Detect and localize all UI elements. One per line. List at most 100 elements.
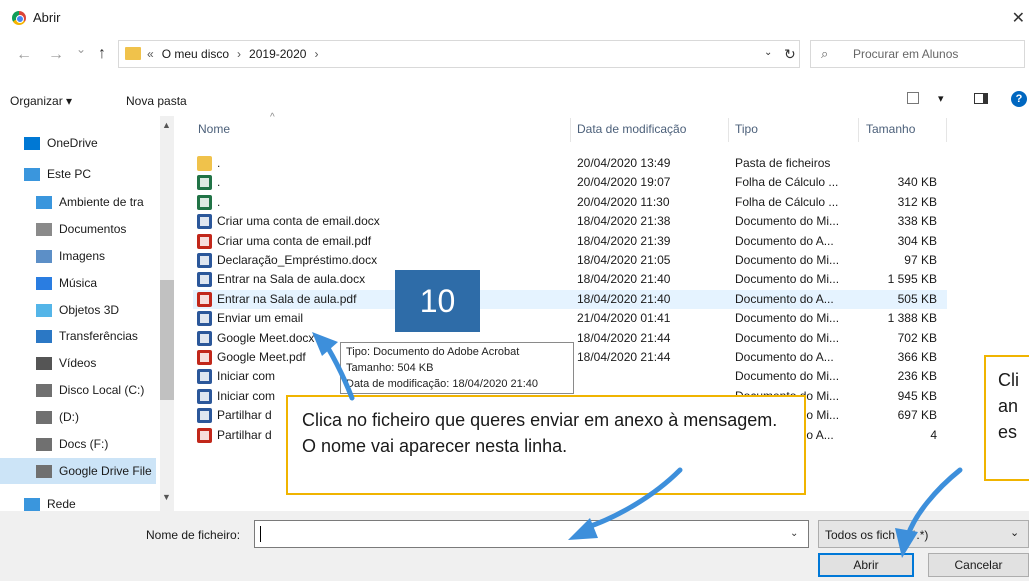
file-date: 18/04/2020 21:44 <box>577 330 671 345</box>
column-divider[interactable] <box>570 118 571 142</box>
up-arrow-icon[interactable]: ↑ <box>98 45 106 63</box>
file-type: Documento do Mi... <box>735 214 840 229</box>
file-row[interactable]: Enviar um email 21/04/2020 01:41 Documento… <box>193 309 947 328</box>
breadcrumb-item-my-drive[interactable]: O meu disco <box>162 47 229 61</box>
refresh-icon[interactable]: ↻ <box>784 46 796 63</box>
sidebar-item[interactable]: Música <box>0 270 156 296</box>
new-folder-button[interactable]: Nova pasta <box>126 94 187 108</box>
sidebar-item-label: Rede <box>47 497 76 511</box>
open-button[interactable]: Abrir <box>818 553 914 577</box>
sidebar-item[interactable]: Objetos 3D <box>0 297 156 323</box>
sidebar-item[interactable]: Vídeos <box>0 350 156 376</box>
column-header-name[interactable]: Nome <box>198 122 230 136</box>
file-size: 340 KB <box>897 175 937 190</box>
file-name: Criar uma conta de email.docx <box>217 214 380 229</box>
forward-arrow-icon[interactable]: → <box>48 46 64 64</box>
scroll-up-icon[interactable]: ▲ <box>162 120 171 130</box>
file-name: . <box>217 156 221 170</box>
close-icon[interactable]: ✕ <box>1012 8 1025 28</box>
word-file-icon <box>197 408 212 424</box>
pdf-file-icon <box>197 350 212 365</box>
help-icon[interactable]: ? <box>1011 91 1027 107</box>
file-size: 945 KB <box>897 388 937 403</box>
sidebar-item[interactable]: Google Drive File <box>0 458 156 484</box>
view-dropdown-icon[interactable]: ▾ <box>938 92 944 105</box>
sidebar-item[interactable]: Rede <box>0 491 156 511</box>
address-dropdown-icon[interactable]: ⌄ <box>764 47 772 58</box>
file-type: Pasta de ficheiros <box>735 156 831 170</box>
folder-icon <box>125 47 141 60</box>
column-divider[interactable] <box>946 118 947 142</box>
sidebar-item[interactable]: Transferências <box>0 323 156 349</box>
back-arrow-icon[interactable]: ← <box>16 46 32 64</box>
file-row[interactable]: Entrar na Sala de aula.docx 18/04/2020 21… <box>193 270 947 289</box>
pdf-file-icon <box>197 291 212 307</box>
sidebar-item-label: Transferências <box>59 329 138 343</box>
drive-icon <box>36 383 52 397</box>
file-row[interactable]: Criar uma conta de email.pdf 18/04/2020 2… <box>193 232 947 251</box>
file-row[interactable]: . 20/04/2020 13:49 Pasta de ficheiros <box>193 154 947 173</box>
sidebar-item-label: (D:) <box>59 410 79 424</box>
file-row[interactable]: . 20/04/2020 19:07 Folha de Cálculo ... 340… <box>193 173 947 192</box>
column-header-type[interactable]: Tipo <box>735 122 758 136</box>
column-header-size[interactable]: Tamanho <box>866 122 915 136</box>
sidebar-item-label: Imagens <box>59 249 106 263</box>
filename-dropdown-icon[interactable]: ⌄ <box>790 528 798 539</box>
sidebar-item-label: Vídeos <box>59 356 97 370</box>
sidebar-item-label: Documentos <box>59 222 127 236</box>
column-divider[interactable] <box>858 118 859 142</box>
recent-dropdown-icon[interactable]: ⌄ <box>76 42 86 56</box>
sidebar-item-label: Este PC <box>47 167 92 181</box>
sidebar-item[interactable]: Este PC <box>0 161 156 187</box>
file-name: Declaração_Empréstimo.docx <box>217 253 378 267</box>
organize-button[interactable]: Organizar ▾ <box>10 94 72 108</box>
column-header-date[interactable]: Data de modificação <box>577 122 686 136</box>
downloads-icon <box>36 329 52 343</box>
breadcrumb-separator[interactable]: › <box>237 47 241 61</box>
file-row[interactable]: . 20/04/2020 11:30 Folha de Cálculo ... 312… <box>193 193 947 212</box>
instruction-callout: Clica no ficheiro que queres enviar em a… <box>286 395 806 495</box>
sidebar-item-label: Docs (F:) <box>59 437 109 451</box>
filetype-dropdown-icon[interactable]: ⌄ <box>1010 526 1019 539</box>
filename-input[interactable] <box>254 520 809 548</box>
word-file-icon <box>197 253 212 268</box>
sidebar-item[interactable]: Ambiente de tra <box>0 189 156 215</box>
file-size: 1 595 KB <box>887 272 937 287</box>
callout-right-line: Cli <box>998 370 1019 390</box>
file-size: 366 KB <box>897 350 937 364</box>
breadcrumb-separator[interactable]: › <box>314 47 318 61</box>
sidebar-item[interactable]: Disco Local (C:) <box>0 377 156 403</box>
scroll-down-icon[interactable]: ▼ <box>162 492 171 502</box>
window-title: Abrir <box>33 10 61 25</box>
file-row[interactable]: Criar uma conta de email.docx 18/04/2020 … <box>193 212 947 231</box>
view-options-icon[interactable] <box>907 92 919 104</box>
excel-file-icon <box>197 194 212 210</box>
sidebar-item[interactable]: Docs (F:) <box>0 431 156 457</box>
sidebar-item-label: Google Drive File <box>59 464 152 478</box>
breadcrumb-overflow[interactable]: « <box>147 47 154 61</box>
address-bar[interactable]: « O meu disco › 2019-2020 › <box>118 40 800 68</box>
word-file-icon <box>197 214 212 230</box>
sidebar-item[interactable]: Imagens <box>0 243 156 269</box>
file-size: 338 KB <box>897 214 937 229</box>
search-field[interactable]: ⌕ Procurar em Alunos <box>810 40 1025 68</box>
sidebar-item[interactable]: (D:) <box>0 404 156 430</box>
file-name: . <box>217 194 221 209</box>
breadcrumb-item-2019-2020[interactable]: 2019-2020 <box>249 47 306 61</box>
filename-label: Nome de ficheiro: <box>146 528 241 542</box>
sidebar-item[interactable]: OneDrive <box>0 130 156 156</box>
preview-pane-icon[interactable] <box>974 93 988 104</box>
sidebar-item-label: Disco Local (C:) <box>59 383 145 397</box>
file-name: . <box>217 175 221 190</box>
column-divider[interactable] <box>728 118 729 142</box>
file-row[interactable]: Entrar na Sala de aula.pdf 18/04/2020 21:… <box>193 289 947 309</box>
objects3d-icon <box>36 303 52 317</box>
file-row[interactable]: Declaração_Empréstimo.docx 18/04/2020 21:… <box>193 251 947 270</box>
cancel-button[interactable]: Cancelar <box>928 553 1029 577</box>
callout-right-line: es <box>998 422 1018 442</box>
sidebar-item[interactable]: Documentos <box>0 216 156 242</box>
file-type: Folha de Cálculo ... <box>735 175 839 190</box>
sidebar-scroll-thumb[interactable] <box>160 280 174 400</box>
title-bar <box>0 0 1029 36</box>
navigation-pane: OneDrive Este PC Ambiente de tra Documentos… <box>0 116 160 511</box>
